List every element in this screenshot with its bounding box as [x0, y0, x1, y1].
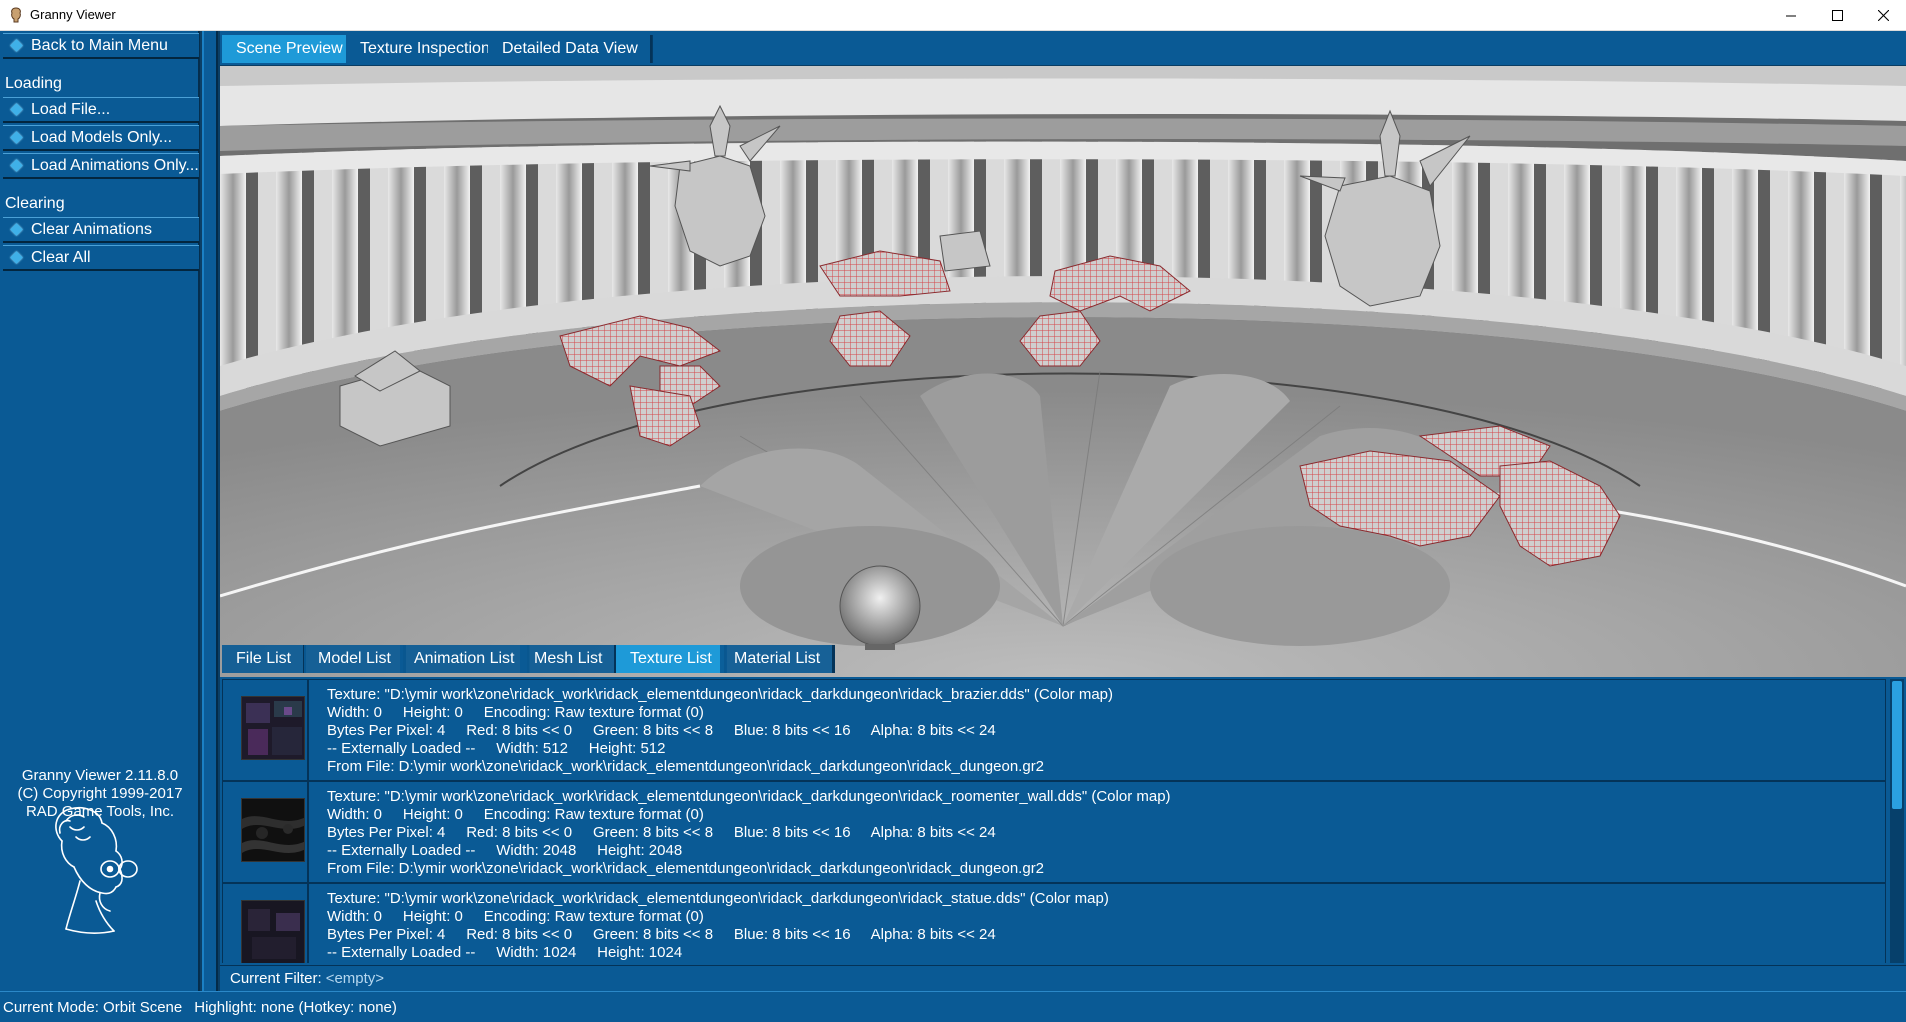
main-panel: Scene Preview Texture Inspection Detaile…	[220, 31, 1906, 991]
about-version: Granny Viewer 2.11.8.0	[21, 767, 179, 784]
thumbnail-image	[242, 901, 304, 963]
filter-bar: Current Filter: <empty>	[220, 965, 1906, 991]
bottom-tab-bar: File List Model List Animation List Mesh…	[220, 645, 1906, 673]
filter-label: Current Filter:	[230, 970, 322, 987]
filter-value[interactable]: <empty>	[326, 970, 384, 987]
tab-texture-inspection[interactable]: Texture Inspection	[346, 35, 505, 63]
loading-section-heading: Loading	[5, 75, 62, 92]
tab-scene-preview[interactable]: Scene Preview	[222, 35, 358, 63]
texture-thumbnail	[241, 798, 305, 862]
thumbnail-image	[242, 799, 304, 861]
list-item[interactable]: Texture: "D:\ymir work\zone\ridack_work\…	[222, 679, 1886, 781]
sidebar-splitter[interactable]	[202, 31, 218, 991]
texture-thumbnail	[241, 696, 305, 760]
back-to-main-menu-button[interactable]: Back to Main Menu	[3, 33, 199, 59]
minimize-button[interactable]	[1768, 0, 1814, 31]
tab-model-list[interactable]: Model List	[304, 645, 406, 673]
about-company: RAD Game Tools, Inc.	[25, 803, 175, 820]
list-item[interactable]: Texture: "D:\ymir work\zone\ridack_work\…	[222, 883, 1886, 963]
texture-list: Texture: "D:\ymir work\zone\ridack_work\…	[222, 679, 1886, 963]
texture-thumbnail	[241, 900, 305, 963]
item-divider	[307, 680, 309, 780]
maximize-button[interactable]	[1814, 0, 1860, 31]
current-mode: Current Mode: Orbit Scene	[3, 998, 183, 1016]
highlight-status: Highlight: none (Hotkey: none)	[194, 998, 397, 1016]
title-bar: Granny Viewer	[0, 0, 1906, 31]
texture-info: Texture: "D:\ymir work\zone\ridack_work\…	[327, 890, 1109, 961]
diamond-bullet-icon	[10, 159, 23, 172]
about-copyright: (C) Copyright 1999-2017	[17, 785, 183, 802]
load-models-only-button[interactable]: Load Models Only...	[3, 125, 199, 151]
tab-material-list[interactable]: Material List	[720, 645, 836, 673]
app-icon	[11, 7, 21, 23]
clear-all-button[interactable]: Clear All	[3, 245, 199, 271]
close-icon	[1877, 10, 1889, 21]
diamond-bullet-icon	[10, 251, 23, 264]
diamond-bullet-icon	[10, 131, 23, 144]
tab-detailed-data-view[interactable]: Detailed Data View	[488, 35, 653, 63]
scrollbar-thumb[interactable]	[1892, 681, 1902, 809]
diamond-bullet-icon	[10, 223, 23, 236]
list-item[interactable]: Texture: "D:\ymir work\zone\ridack_work\…	[222, 781, 1886, 883]
window-title: Granny Viewer	[30, 7, 116, 22]
maximize-icon	[1831, 10, 1843, 21]
minimize-icon	[1786, 15, 1796, 16]
scene-viewport[interactable]	[220, 65, 1906, 677]
thumbnail-image	[242, 697, 304, 759]
clear-animations-button[interactable]: Clear Animations	[3, 217, 199, 243]
load-animations-only-button[interactable]: Load Animations Only...	[3, 153, 199, 179]
scene-render[interactable]	[220, 66, 1906, 677]
tab-mesh-list[interactable]: Mesh List	[520, 645, 618, 673]
granny-mascot-icon	[55, 807, 138, 934]
status-bar: Current Mode: Orbit Scene Highlight: non…	[0, 991, 1906, 1022]
load-file-button[interactable]: Load File...	[3, 97, 199, 123]
item-divider	[307, 782, 309, 882]
top-tab-bar: Scene Preview Texture Inspection Detaile…	[220, 35, 1906, 63]
item-divider	[307, 884, 309, 963]
diamond-bullet-icon	[10, 39, 23, 52]
tab-file-list[interactable]: File List	[222, 645, 307, 673]
sidebar: Back to Main Menu Loading Load File... L…	[0, 31, 200, 991]
tab-texture-list[interactable]: Texture List	[616, 645, 727, 673]
app-body: Back to Main Menu Loading Load File... L…	[0, 31, 1906, 991]
close-button[interactable]	[1860, 0, 1906, 31]
clearing-section-heading: Clearing	[5, 195, 65, 212]
texture-info: Texture: "D:\ymir work\zone\ridack_work\…	[327, 686, 1114, 775]
tab-animation-list[interactable]: Animation List	[400, 645, 530, 673]
diamond-bullet-icon	[10, 103, 23, 116]
texture-list-scrollbar[interactable]	[1890, 679, 1904, 963]
texture-info: Texture: "D:\ymir work\zone\ridack_work\…	[327, 788, 1171, 877]
